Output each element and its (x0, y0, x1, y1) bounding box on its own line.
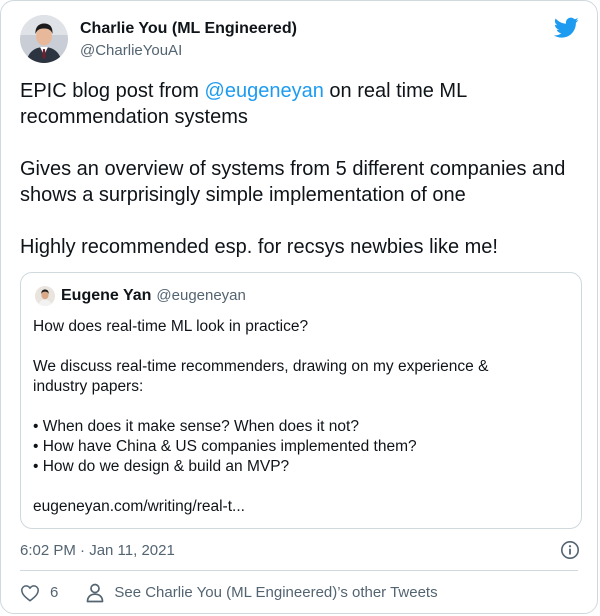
quoted-line-2: We discuss real-time recommenders, drawi… (33, 358, 489, 375)
quoted-bullet-3: • How do we design & build an MVP? (33, 458, 290, 475)
tweet-paragraph-1: EPIC blog post from @eugeneyan on real t… (20, 78, 580, 130)
tweet-text: EPIC blog post from @eugeneyan on real t… (20, 78, 580, 286)
quoted-spacer (33, 477, 569, 497)
quoted-tweet-header: Eugene Yan @eugeneyan (35, 286, 246, 306)
other-tweets-label: See Charlie You (ML Engineered)’s other … (114, 584, 438, 601)
twitter-bird-icon[interactable] (553, 17, 579, 39)
author-display-name[interactable]: Charlie You (ML Engineered) (80, 19, 297, 39)
quoted-line-3: industry papers: (33, 378, 144, 395)
quoted-bullet-2: • How have China & US companies implemen… (33, 438, 417, 455)
heart-icon (20, 584, 40, 602)
tweet-timestamp[interactable]: 6:02 PM · Jan 11, 2021 (20, 541, 175, 561)
quoted-tweet-text: How does real-time ML look in practice? … (33, 317, 569, 517)
author-avatar[interactable] (20, 15, 68, 63)
quoted-link[interactable]: eugeneyan.com/writing/real-t... (33, 497, 569, 517)
info-icon[interactable] (560, 540, 580, 560)
author-handle[interactable]: @CharlieYouAI (80, 41, 297, 60)
divider (20, 570, 578, 571)
tweet-paragraph-3: Highly recommended esp. for recsys newbi… (20, 236, 498, 258)
quoted-author-handle[interactable]: @eugeneyan (156, 286, 245, 306)
person-icon (86, 583, 104, 603)
quoted-author-avatar[interactable] (35, 286, 55, 306)
like-button[interactable]: 6 (20, 583, 58, 603)
quoted-spacer (33, 337, 569, 357)
tweet-paragraph-2: Gives an overview of systems from 5 diff… (20, 158, 566, 206)
quoted-tweet[interactable]: Eugene Yan @eugeneyan How does real-time… (20, 272, 582, 529)
tweet-text-part1: EPIC blog post from (20, 80, 205, 102)
like-count: 6 (50, 584, 59, 601)
quoted-bullet-1: • When does it make sense? When does it … (33, 418, 359, 435)
tweet-header: Charlie You (ML Engineered) @CharlieYouA… (20, 15, 297, 63)
other-tweets-link[interactable]: See Charlie You (ML Engineered)’s other … (86, 583, 438, 603)
quoted-spacer (33, 397, 569, 417)
tweet-card: Charlie You (ML Engineered) @CharlieYouA… (0, 0, 598, 614)
tweet-actions: 6 See Charlie You (ML Engineered)’s othe… (20, 583, 438, 603)
author-names: Charlie You (ML Engineered) @CharlieYouA… (80, 19, 297, 60)
quoted-line-1: How does real-time ML look in practice? (33, 318, 309, 335)
quoted-author-name[interactable]: Eugene Yan (61, 286, 151, 306)
mention-link[interactable]: @eugeneyan (205, 80, 324, 102)
